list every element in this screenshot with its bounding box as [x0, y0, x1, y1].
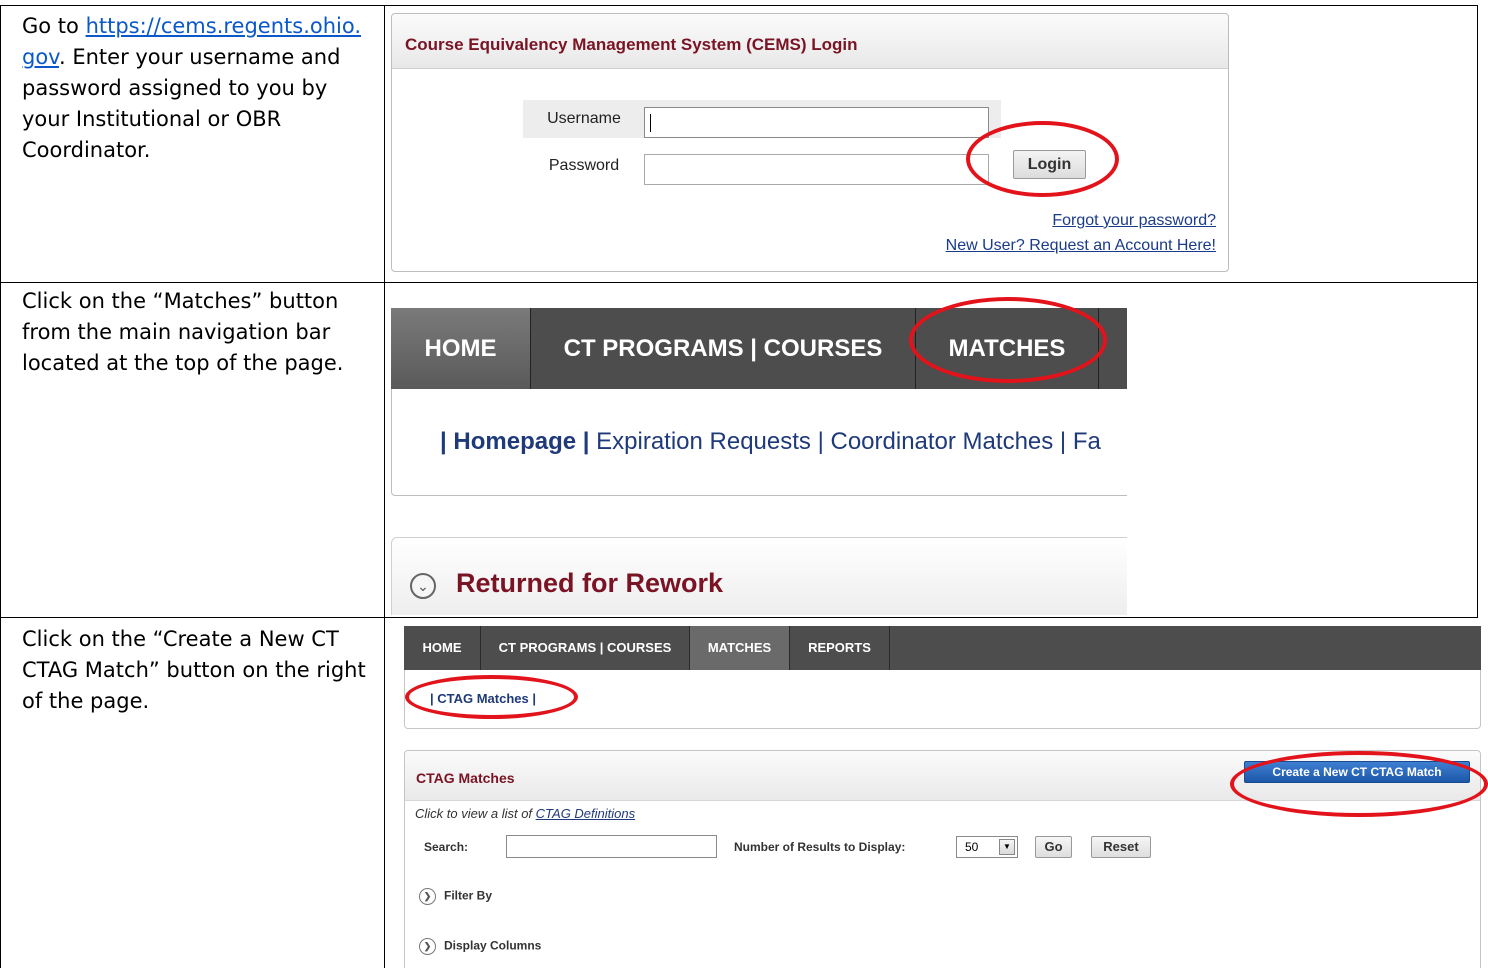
table-border-right: [1477, 5, 1478, 617]
filter-by-label: Filter By: [444, 888, 493, 903]
reset-button[interactable]: Reset: [1091, 836, 1151, 858]
nav-home[interactable]: HOME: [391, 308, 530, 389]
text-caret: [650, 114, 651, 132]
results-count-select[interactable]: 50 ▼: [956, 836, 1018, 858]
highlight-ring-create-button: [1230, 751, 1488, 817]
sub-nav-homepage[interactable]: | Homepage |: [440, 428, 589, 455]
highlight-ring-ctag-link: [405, 675, 578, 719]
returned-for-rework-section: ⌄ Returned for Rework: [391, 537, 1127, 615]
go-button[interactable]: Go: [1035, 836, 1072, 858]
username-input[interactable]: [644, 107, 989, 138]
table-border-top: [0, 5, 1478, 6]
instruction-text: . Enter your username and password assig…: [22, 45, 341, 162]
ctag-definitions-hint: Click to view a list of CTAG Definitions: [415, 806, 635, 821]
results-count-label: Number of Results to Display:: [734, 840, 906, 854]
sub-nav-other-items[interactable]: Expiration Requests | Coordinator Matche…: [589, 428, 1101, 455]
highlight-ring-login: [966, 121, 1119, 197]
nav-matches[interactable]: MATCHES: [690, 626, 790, 670]
hint-text: Click to view a list of: [415, 806, 536, 821]
nav-ct-programs-courses[interactable]: CT PROGRAMS | COURSES: [530, 308, 915, 389]
search-label: Search:: [424, 840, 469, 854]
chevron-right-icon: ❯: [419, 888, 436, 905]
dropdown-arrow-icon[interactable]: ▼: [999, 839, 1015, 855]
nav-home[interactable]: HOME: [404, 626, 481, 670]
filter-by-toggle[interactable]: ❯ Filter By: [419, 888, 492, 905]
results-count-value: 50: [965, 840, 979, 854]
instruction-step-1: Go to https://cems.regents.ohio.gov. Ent…: [22, 11, 367, 166]
chevron-down-icon[interactable]: ⌄: [410, 573, 436, 599]
display-columns-toggle[interactable]: ❯ Display Columns: [419, 938, 541, 955]
table-column-divider: [384, 5, 385, 968]
username-row: Username: [523, 100, 1001, 138]
username-label: Username: [547, 110, 621, 127]
table-row-divider-1: [0, 282, 1478, 283]
search-input[interactable]: [506, 835, 717, 858]
request-account-link[interactable]: New User? Request an Account Here!: [946, 237, 1216, 255]
nav-ct-programs-courses[interactable]: CT PROGRAMS | COURSES: [481, 626, 690, 670]
highlight-ring-matches: [909, 297, 1107, 383]
ctag-definitions-link[interactable]: CTAG Definitions: [536, 806, 635, 821]
chevron-right-icon: ❯: [419, 938, 436, 955]
nav-reports[interactable]: REPORTS: [790, 626, 890, 670]
password-row: Password: [523, 147, 1001, 185]
forgot-password-link[interactable]: Forgot your password?: [1052, 212, 1216, 230]
password-label: Password: [548, 157, 620, 174]
instruction-text: Go to: [22, 14, 86, 38]
ctag-panel-title: CTAG Matches: [416, 770, 515, 786]
section-title: Returned for Rework: [456, 568, 724, 598]
instruction-step-3: Click on the “Create a New CT CTAG Match…: [22, 627, 366, 713]
password-input[interactable]: [644, 154, 989, 185]
instruction-step-2: Click on the “Matches” button from the m…: [22, 289, 344, 375]
table-border-left: [0, 5, 1, 968]
sub-nav-links: | Homepage | Expiration Requests | Coord…: [440, 428, 1101, 456]
sub-nav-bar: | Homepage | Expiration Requests | Coord…: [391, 389, 1127, 496]
login-title: Course Equivalency Management System (CE…: [392, 14, 1228, 69]
main-nav-bar-small: HOME CT PROGRAMS | COURSES MATCHES REPOR…: [404, 626, 1481, 670]
display-columns-label: Display Columns: [444, 938, 542, 953]
table-row-divider-2: [0, 617, 1478, 618]
